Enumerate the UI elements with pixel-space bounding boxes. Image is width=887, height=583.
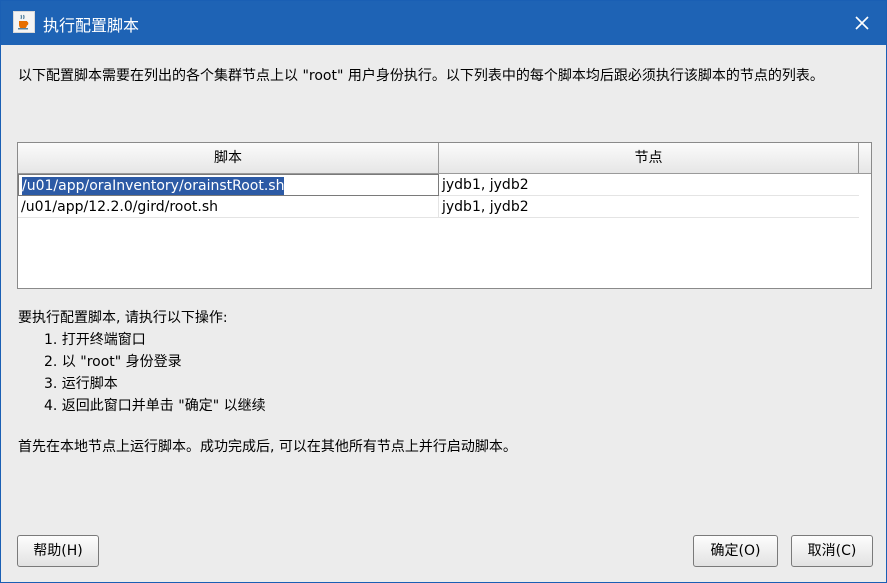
script-cell[interactable]: /u01/app/oraInventory/orainstRoot.sh bbox=[18, 174, 439, 196]
script-cell[interactable]: /u01/app/12.2.0/gird/root.sh bbox=[18, 196, 439, 218]
close-icon[interactable] bbox=[852, 13, 872, 33]
scripts-table: 脚本 节点 /u01/app/oraInventory/orainstRoot.… bbox=[17, 142, 872, 289]
intro-text: 以下配置脚本需要在列出的各个集群节点上以 "root" 用户身份执行。以下列表中… bbox=[18, 68, 824, 84]
script-path[interactable]: /u01/app/oraInventory/orainstRoot.sh bbox=[22, 177, 285, 195]
instruction-step: 4. 返回此窗口并单击 "确定" 以继续 bbox=[44, 398, 266, 414]
instructions: 要执行配置脚本, 请执行以下操作: 1. 打开终端窗口 2. 以 "root" … bbox=[18, 307, 266, 417]
cancel-button[interactable]: 取消(C) bbox=[791, 535, 873, 567]
ok-button[interactable]: 确定(O) bbox=[693, 535, 778, 567]
nodes-cell[interactable]: jydb1, jydb2 bbox=[439, 174, 859, 196]
table-header: 脚本 节点 bbox=[18, 143, 871, 174]
column-header-script[interactable]: 脚本 bbox=[18, 143, 439, 173]
dialog-window: 执行配置脚本 以下配置脚本需要在列出的各个集群节点上以 "root" 用户身份执… bbox=[0, 0, 887, 583]
java-cup-icon bbox=[13, 11, 35, 33]
help-button[interactable]: 帮助(H) bbox=[17, 535, 99, 567]
table-row[interactable]: /u01/app/oraInventory/orainstRoot.sh jyd… bbox=[18, 174, 859, 196]
instructions-heading: 要执行配置脚本, 请执行以下操作: bbox=[18, 310, 228, 326]
note-text: 首先在本地节点上运行脚本。成功完成后, 可以在其他所有节点上并行启动脚本。 bbox=[18, 439, 517, 455]
dialog-content: 以下配置脚本需要在列出的各个集群节点上以 "root" 用户身份执行。以下列表中… bbox=[1, 45, 886, 582]
instruction-step: 1. 打开终端窗口 bbox=[44, 332, 146, 348]
title-bar[interactable]: 执行配置脚本 bbox=[1, 1, 886, 45]
window-title: 执行配置脚本 bbox=[43, 16, 140, 35]
column-header-filler bbox=[859, 143, 871, 173]
nodes-cell[interactable]: jydb1, jydb2 bbox=[439, 196, 859, 218]
column-header-nodes[interactable]: 节点 bbox=[439, 143, 859, 173]
instruction-step: 2. 以 "root" 身份登录 bbox=[44, 354, 182, 370]
instruction-step: 3. 运行脚本 bbox=[44, 376, 118, 392]
table-row[interactable]: /u01/app/12.2.0/gird/root.sh jydb1, jydb… bbox=[18, 196, 859, 218]
